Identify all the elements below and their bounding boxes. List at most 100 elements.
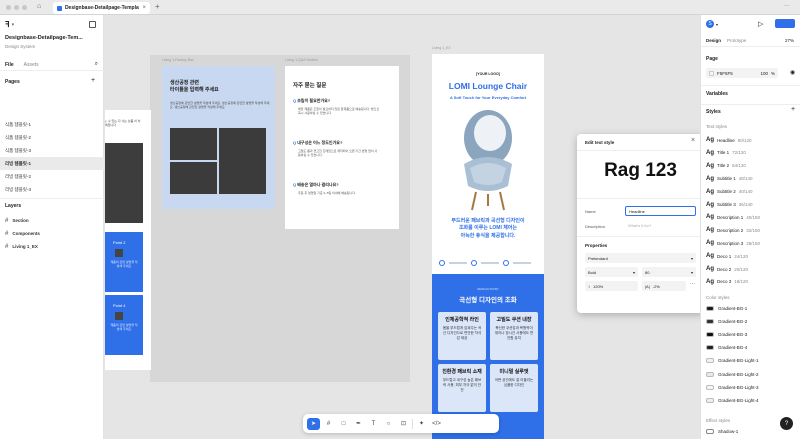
tab-close-icon[interactable]: × [142,5,146,11]
frame-label[interactable]: Living 1-Factory Box [162,58,194,62]
effect-styles-heading: Effect styles [706,418,731,423]
page-item[interactable]: 리빙 템플릿-3 [0,183,104,196]
sidebar-toggle-icon[interactable] [89,21,96,28]
text-style-item[interactable]: Ag Subtitle 3 36/140 [706,202,753,208]
tab-assets[interactable]: Assets [24,62,39,68]
more-options-icon[interactable]: ··· [690,281,695,287]
color-style-name: Gradient-BG-3 [718,332,748,338]
card-title: 인체공학적 라인 [445,317,479,323]
text-style-item[interactable]: Ag Deco 3 18/120 [706,279,748,285]
share-button[interactable] [775,19,795,28]
close-dot[interactable] [6,5,11,10]
font-family-select[interactable]: Pretendard ▾ [585,253,696,263]
factory-box-frame[interactable]: 생산공정 관련 타이틀을 입력해 주세요 생산공정에 관련한 설명을 작성해 주… [162,66,275,209]
letter-spacing-icon: |A| [645,283,650,289]
name-input[interactable]: Headline [625,206,696,216]
color-style-item[interactable]: Gradient-BG-Light-1 [706,358,759,364]
living-ex-frame[interactable]: [YOUR LOGO] LOMI Lounge Chair A Soft Tou… [432,54,544,439]
letter-spacing-input[interactable]: |A| -2% [642,281,686,291]
tab-prototype[interactable]: Prototype [727,38,746,43]
visibility-icon[interactable]: ◉ [790,69,795,76]
frame-label[interactable]: Living 1_EX [432,46,451,50]
tab-file[interactable]: File [5,62,14,68]
home-icon[interactable]: ⌂ [37,3,41,10]
text-style-item[interactable]: Ag Description 2 32/150 [706,227,760,233]
help-icon[interactable]: ? [780,417,793,430]
text-style-icon: Ag [706,266,714,272]
partial-frame[interactable]: y. 수 있는 다 사는 상품 이 차례입니다 Point 2 제품의 관련 설… [105,110,151,370]
color-swatch [706,332,714,338]
browser-tab[interactable]: Designbase-Detailpage-Templat × [53,2,150,14]
add-page-button[interactable]: + [91,77,95,84]
text-style-item[interactable]: Ag Description 1 40/150 [706,214,760,220]
avatar[interactable]: S ▾ [706,20,718,28]
font-family-value: Pretendard [588,255,608,261]
zoom-dot[interactable] [22,5,27,10]
actions-tool-icon[interactable]: ⊡ [397,418,410,430]
pen-tool-icon[interactable]: ✒ [352,418,365,430]
color-style-name: Gradient-BG-Light-1 [718,358,759,364]
canvas[interactable]: y. 수 있는 다 사는 상품 이 차례입니다 Point 2 제품의 관련 설… [105,15,700,439]
search-icon[interactable]: ⌕ [95,61,98,68]
frame-label[interactable]: Living 1-Q&A Section [285,58,318,62]
text-style-item[interactable]: Ag Title 1 72/120 [706,150,746,156]
color-style-item[interactable]: Gradient-BG-Light-2 [706,371,759,377]
text-tool-icon[interactable]: T [367,418,380,430]
qa-answer: 주문 후 영업일 기준 3~5일 이내에 배송됩니다. [298,191,356,195]
page-item[interactable]: 식품 템플릿-3 [0,144,104,157]
color-style-item[interactable]: Gradient-BG-4 [706,345,747,351]
add-style-button[interactable]: + [791,106,795,113]
line-height-icon: ↕ [588,283,590,289]
text-style-name: Deco 3 [717,279,732,285]
line-height-input[interactable]: ↕ 120% [585,281,638,291]
tab-design[interactable]: Design [706,38,721,43]
card-desc: 몸을 부드럽게 감싸주는 곡선 디자인으로 편안한 착석감 제공 [442,326,482,340]
text-style-item[interactable]: Ag Subtitle 2 40/140 [706,189,753,195]
qa-frame[interactable]: 자주 묻는 질문 Q 조립이 필요한가요? 해당 제품은 조립이 필요하지 않은… [285,66,399,229]
comment-tool-icon[interactable]: ○ [382,418,395,430]
effect-style-item[interactable]: Shadow-1 [706,429,738,434]
variables-heading[interactable]: Variables [706,91,728,97]
shape-tool-icon[interactable]: □ [337,418,350,430]
file-name[interactable]: Designbase-Detailpage-Tem... [5,35,83,41]
page-item-active[interactable]: 리빙 템플릿-1 [0,157,104,170]
color-style-item[interactable]: Gradient-BG-2 [706,319,747,325]
text-style-item[interactable]: Ag Description 3 28/150 [706,240,760,246]
layer-item[interactable]: # Living 1_EX [0,240,104,253]
page-item[interactable]: 리빙 템플릿-2 [0,170,104,183]
move-tool-icon[interactable]: ➤ [307,417,320,430]
page-item[interactable]: 식품 템플릿-2 [0,131,104,144]
page-color-field[interactable]: F5F5F5 100 % [706,68,778,78]
page-item[interactable]: 식품 템플릿-1 [0,118,104,131]
text-style-spec: 40/140 [738,189,753,195]
frame-tool-icon[interactable]: # [322,418,335,430]
qa-question: Q 조립이 필요한가요? [293,98,331,103]
color-style-item[interactable]: Gradient-BG-3 [706,332,748,338]
more-icon[interactable]: ··· [784,3,790,9]
color-style-item[interactable]: Gradient-BG-Light-4 [706,397,759,403]
text-style-item[interactable]: Ag Title 2 64/120 [706,163,746,169]
text-style-item[interactable]: Ag Deco 2 20/120 [706,266,748,272]
new-tab-button[interactable]: + [155,2,160,11]
text-style-item[interactable]: Ag Deco 1 24/120 [706,253,748,259]
description-input[interactable]: What's it for? [625,221,696,231]
layer-item[interactable]: # Section [0,214,104,227]
font-weight-select[interactable]: Bold ▾ [585,267,638,277]
text-style-spec: 36/140 [738,202,753,207]
ai-tool-icon[interactable]: ✦ [415,418,428,430]
file-project[interactable]: Design System [5,44,35,49]
zoom-level[interactable]: 27% [785,38,794,43]
layer-item[interactable]: # Components [0,227,104,240]
text-style-item[interactable]: Ag Headline 80/120 [706,137,752,143]
text-style-item[interactable]: Ag Subtitle 1 48/140 [706,176,753,182]
color-style-item[interactable]: Gradient-BG-1 [706,306,747,311]
main-menu[interactable]: ꟻ ▾ [5,20,14,29]
qa-question: Q 내구성은 어느 정도인가요? [293,140,343,145]
page-label: 식품 템플릿-2 [5,134,31,140]
close-icon[interactable]: × [691,137,695,144]
play-icon[interactable]: ▷ [758,20,763,28]
minimize-dot[interactable] [14,5,19,10]
color-style-item[interactable]: Gradient-BG-Light-3 [706,384,759,390]
font-size-input[interactable]: 80 ▾ [642,267,696,277]
dev-mode-tool-icon[interactable]: </> [430,418,443,430]
